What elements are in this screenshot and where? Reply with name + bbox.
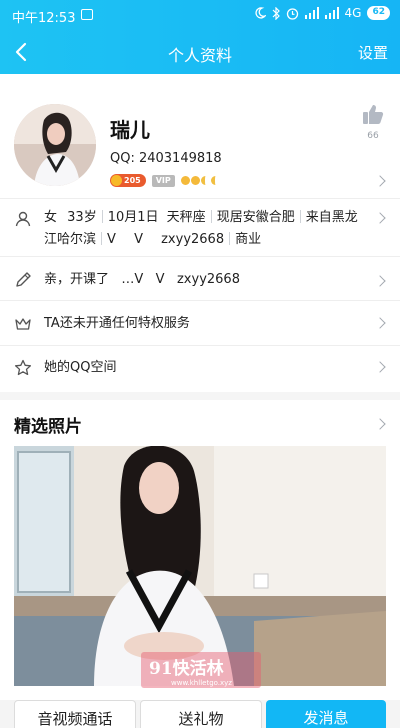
status-bar: 中午12:53 4G 62 <box>0 0 400 30</box>
avatar[interactable] <box>14 104 96 186</box>
info-id: zxyy2668 <box>161 232 225 247</box>
photo-image <box>14 446 386 686</box>
send-message-button[interactable]: 发消息 <box>266 700 386 728</box>
qzone-link[interactable]: 她的QQ空间 <box>44 357 116 379</box>
section-gap <box>0 392 400 400</box>
bluetooth-icon <box>272 6 280 20</box>
info-line-2[interactable]: 江哈尔滨 V V zxyy2668 商业 <box>44 229 261 251</box>
settings-button[interactable]: 设置 <box>358 42 388 63</box>
zodiac: 天秤座 <box>166 210 206 225</box>
nav-bar: 个人资料 设置 <box>0 30 400 74</box>
moon-icon <box>210 176 220 185</box>
birthday: 10月1日 <box>107 210 159 225</box>
featured-photo[interactable] <box>14 446 386 686</box>
chevron-right-icon[interactable] <box>374 361 386 373</box>
chevron-right-icon[interactable] <box>374 317 386 329</box>
status-time: 中午12:53 <box>12 11 76 26</box>
alarm-icon <box>286 7 298 20</box>
divider <box>0 345 400 346</box>
send-gift-button[interactable]: 送礼物 <box>140 700 262 728</box>
location: 现居安徽合肥 <box>216 210 295 225</box>
page-title: 个人资料 <box>167 46 232 65</box>
like-button[interactable]: 66 <box>360 103 386 141</box>
status-icons: 4G 62 <box>254 6 390 20</box>
watermark: 91快活林 www.khlletgo.xyz <box>141 652 261 688</box>
like-count: 66 <box>367 131 379 141</box>
separator <box>210 210 212 223</box>
level-badge[interactable] <box>180 176 220 185</box>
star-icon <box>14 359 32 376</box>
signal-icon-2 <box>324 7 339 19</box>
chevron-right-icon[interactable] <box>374 418 386 430</box>
gender: 女 <box>44 210 58 225</box>
info-v-1: V <box>107 232 116 247</box>
photos-title: 精选照片 <box>14 417 82 437</box>
moon-icon <box>200 176 210 185</box>
age: 33岁 <box>67 210 97 225</box>
sun-icon <box>180 176 190 185</box>
network-type: 4G <box>344 6 362 20</box>
chevron-right-icon[interactable] <box>374 175 386 187</box>
chevron-right-icon[interactable] <box>374 212 386 224</box>
profile-name: 瑞儿 <box>110 118 150 142</box>
points-badge[interactable]: 205 <box>110 174 146 187</box>
divider <box>0 256 400 257</box>
avatar-photo <box>14 104 96 186</box>
svg-text:91快活林: 91快活林 <box>149 658 224 679</box>
divider <box>0 198 400 199</box>
separator <box>229 232 231 245</box>
chevron-right-icon[interactable] <box>374 275 386 287</box>
svg-text:www.khlletgo.xyz: www.khlletgo.xyz <box>171 679 232 687</box>
privilege-text[interactable]: TA还未开通任何特权服务 <box>44 313 190 335</box>
notification-icon <box>81 9 93 20</box>
person-icon <box>15 211 31 227</box>
video-call-button[interactable]: 音视频通话 <box>14 700 136 728</box>
thumbs-up-icon <box>363 105 384 124</box>
watermark-logo: 91快活林 www.khlletgo.xyz <box>141 652 261 688</box>
sun-icon <box>190 176 200 185</box>
signal-icon <box>304 7 319 19</box>
signature[interactable]: 亲，开课了 …V V zxyy2668 <box>44 269 240 291</box>
occupation: 商业 <box>235 232 262 247</box>
hometown-cont: 江哈尔滨 <box>44 232 97 247</box>
battery-indicator: 62 <box>367 6 390 20</box>
separator <box>101 210 103 223</box>
pencil-icon <box>16 272 31 287</box>
qq-number: QQ: 2403149818 <box>110 151 222 166</box>
moon-icon <box>254 7 266 19</box>
divider <box>0 300 400 301</box>
info-v-2: V <box>134 232 143 247</box>
header: 中午12:53 4G 62 个人资料 设置 <box>0 0 400 74</box>
separator <box>101 232 103 245</box>
hometown: 来自黑龙 <box>305 210 358 225</box>
vip-badge[interactable]: VIP <box>151 174 175 187</box>
info-line-1[interactable]: 女 33岁 10月1日 天秤座 现居安徽合肥 来自黑龙 <box>44 207 358 229</box>
separator <box>299 210 301 223</box>
badges: 205 VIP <box>110 174 220 187</box>
crown-icon <box>15 318 31 330</box>
